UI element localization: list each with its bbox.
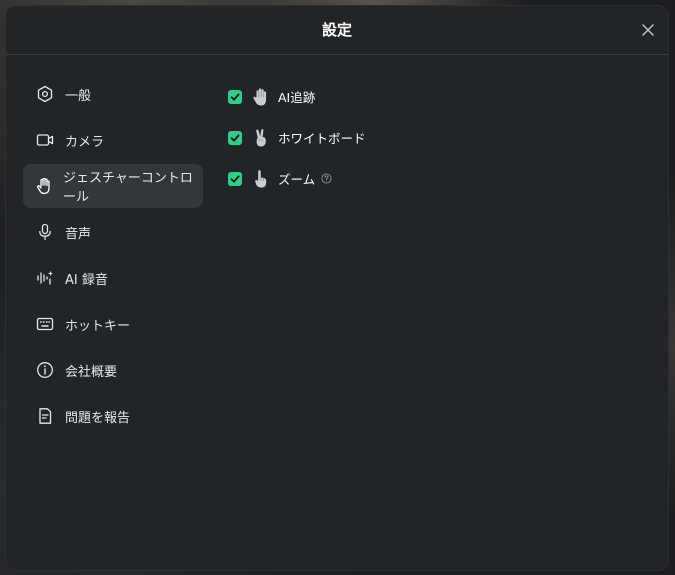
sidebar-item-label: ホットキー <box>65 318 131 334</box>
hexagon-settings-icon <box>35 84 55 104</box>
zoom-checkbox[interactable] <box>228 171 242 186</box>
sidebar-item-ai-recording[interactable]: AI 録音 <box>23 256 203 300</box>
sidebar-item-label: カメラ <box>65 134 105 150</box>
sidebar-item-report-issue[interactable]: 問題を報告 <box>23 394 203 438</box>
hand-icon <box>35 176 53 196</box>
ai-audio-icon <box>35 268 55 288</box>
keyboard-icon <box>35 314 55 334</box>
info-icon <box>35 360 55 380</box>
gesture-option-zoom: ズーム <box>228 168 366 189</box>
sidebar-item-label: AI 録音 <box>65 272 108 288</box>
sidebar-item-hotkeys[interactable]: ホットキー <box>23 302 203 346</box>
sidebar-item-general[interactable]: 一般 <box>23 72 203 116</box>
sidebar-item-camera[interactable]: カメラ <box>23 118 203 162</box>
gesture-option-whiteboard: ホワイトボード <box>228 127 366 148</box>
pointing-finger-gesture-icon <box>255 169 267 188</box>
ai-tracking-checkbox[interactable] <box>228 89 242 104</box>
sidebar-item-label: 問題を報告 <box>65 410 131 426</box>
gesture-option-ai-tracking: AI追跡 <box>228 86 366 107</box>
two-finger-gesture-icon <box>256 128 266 146</box>
dialog-header: 設定 <box>6 6 668 55</box>
option-label: ホワイトボード <box>278 131 366 146</box>
option-label: AI追跡 <box>278 90 316 105</box>
settings-dialog: 設定 一般 カメラ ジェスチャーコントロール 音声 AI 録音 ホットキー 会社… <box>6 6 668 570</box>
open-hand-gesture-icon <box>253 87 267 105</box>
dialog-title: 設定 <box>321 21 352 39</box>
sidebar-item-label: 一般 <box>65 88 92 104</box>
option-label: ズーム <box>278 172 316 187</box>
sidebar-item-audio[interactable]: 音声 <box>23 210 203 254</box>
document-icon <box>35 406 55 426</box>
gesture-options: AI追跡 ホワイトボード ズーム <box>228 86 366 209</box>
whiteboard-checkbox[interactable] <box>228 130 242 145</box>
sidebar-item-gesture-control[interactable]: ジェスチャーコントロール <box>23 164 203 208</box>
sidebar-item-label: 会社概要 <box>65 364 118 380</box>
sidebar-item-label: 音声 <box>65 226 92 242</box>
sidebar-item-label: ジェスチャーコントロール <box>63 171 193 205</box>
close-icon[interactable] <box>640 22 656 38</box>
microphone-icon <box>35 222 55 242</box>
settings-sidebar: 一般 カメラ ジェスチャーコントロール 音声 AI 録音 ホットキー 会社概要 … <box>23 72 203 440</box>
sidebar-item-about[interactable]: 会社概要 <box>23 348 203 392</box>
question-icon[interactable] <box>321 173 332 184</box>
camera-icon <box>35 130 55 150</box>
